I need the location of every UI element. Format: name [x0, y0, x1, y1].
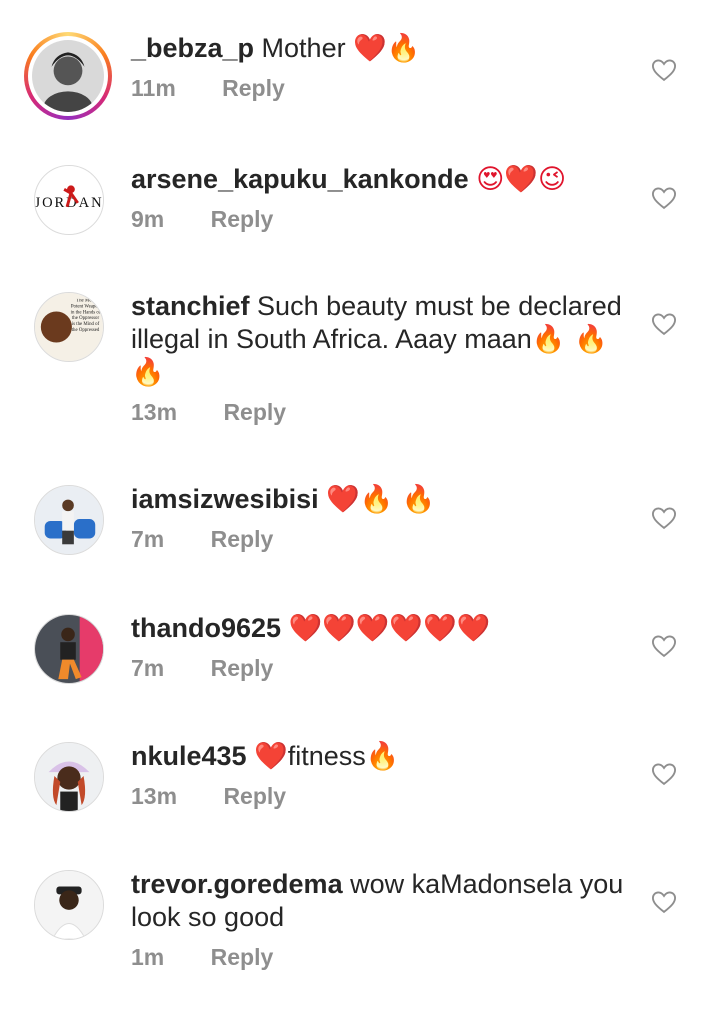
comment-text: _bebza_p Mother ❤️🔥	[131, 32, 631, 65]
timestamp: 9m	[131, 206, 165, 232]
avatar-image: The Most Potent Weapon in the Hands of t…	[35, 293, 103, 361]
emoji: 🔥	[365, 741, 400, 772]
comment-text: stanchief Such beauty must be declared i…	[131, 291, 622, 388]
comment-body: Mother	[254, 33, 354, 63]
emoji: ❤️🔥	[353, 33, 421, 64]
avatar-image	[35, 486, 103, 554]
heart-outline-icon[interactable]	[650, 632, 678, 660]
reply-button[interactable]: Reply	[223, 399, 286, 426]
emoji: ❤️❤️❤️❤️❤️❤️	[288, 613, 491, 644]
avatar[interactable]	[34, 485, 104, 555]
emoji: ❤️	[254, 741, 288, 772]
reply-button[interactable]: Reply	[211, 206, 274, 233]
reply-button[interactable]: Reply	[211, 655, 274, 682]
avatar-image	[35, 615, 103, 683]
reply-button[interactable]: Reply	[223, 783, 286, 810]
comment-text: arsene_kapuku_kankonde 😍❤️😉	[131, 163, 631, 196]
timestamp: 7m	[131, 526, 165, 552]
username-link[interactable]: iamsizwesibisi	[131, 484, 319, 514]
timestamp: 13m	[131, 399, 178, 425]
reply-button[interactable]: Reply	[222, 75, 285, 102]
heart-outline-icon[interactable]	[650, 184, 678, 212]
emoji: ❤️🔥 🔥	[326, 484, 436, 515]
avatar[interactable]	[34, 614, 104, 684]
timestamp: 13m	[131, 783, 178, 809]
comment-text: thando9625 ❤️❤️❤️❤️❤️❤️	[131, 612, 631, 645]
username-link[interactable]: _bebza_p	[131, 33, 254, 63]
timestamp: 11m	[131, 75, 176, 101]
avatar-caption: The Most Potent Weapon in the Hands of t…	[70, 298, 101, 333]
timestamp: 1m	[131, 944, 165, 970]
heart-outline-icon[interactable]	[650, 760, 678, 788]
heart-outline-icon[interactable]	[650, 888, 678, 916]
username-link[interactable]: thando9625	[131, 613, 281, 643]
avatar-image	[32, 40, 104, 112]
avatar[interactable]	[34, 742, 104, 812]
reply-button[interactable]: Reply	[211, 944, 274, 971]
heart-outline-icon[interactable]	[650, 56, 678, 84]
avatar[interactable]: The Most Potent Weapon in the Hands of t…	[34, 292, 104, 362]
avatar[interactable]: JORDAN	[34, 165, 104, 235]
timestamp: 7m	[131, 655, 165, 681]
reply-button[interactable]: Reply	[211, 526, 274, 553]
username-link[interactable]: nkule435	[131, 741, 247, 771]
avatar-image	[35, 743, 103, 811]
heart-outline-icon[interactable]	[650, 504, 678, 532]
avatar-image: JORDAN	[35, 166, 103, 234]
comment-body: fitness	[287, 741, 366, 771]
emoji: 😍❤️😉	[476, 164, 567, 195]
avatar[interactable]	[34, 870, 104, 940]
avatar-image	[35, 871, 103, 939]
heart-outline-icon[interactable]	[650, 310, 678, 338]
comment-text: trevor.goredema wow kaMadonsela you look…	[131, 869, 624, 932]
comment-text: nkule435 ❤️fitness🔥	[131, 740, 631, 773]
comment-text: iamsizwesibisi ❤️🔥 🔥	[131, 483, 631, 516]
avatar[interactable]	[24, 32, 112, 120]
username-link[interactable]: arsene_kapuku_kankonde	[131, 164, 469, 194]
username-link[interactable]: stanchief	[131, 291, 250, 321]
username-link[interactable]: trevor.goredema	[131, 869, 343, 899]
